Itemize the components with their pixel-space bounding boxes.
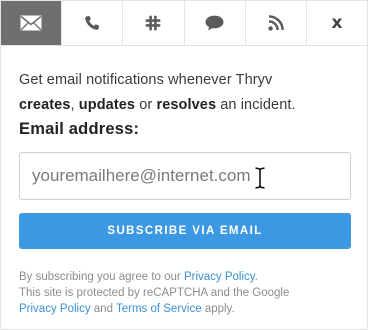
tab-webhook[interactable]	[185, 1, 246, 45]
subscribe-via-email-button[interactable]: SUBSCRIBE VIA EMAIL	[19, 213, 351, 249]
description-or: or	[139, 97, 153, 113]
description-creates: creates	[19, 97, 71, 113]
tab-rss[interactable]	[246, 1, 307, 45]
chat-bubble-icon	[205, 15, 224, 31]
terms-of-service-link[interactable]: Terms of Service	[116, 303, 202, 315]
description-text: Get email notifications whenever Thryv	[19, 72, 273, 88]
legal-apply: apply.	[204, 303, 235, 315]
subscribe-description: Get email notifications whenever Thryv c…	[19, 68, 349, 118]
legal-period: .	[254, 271, 258, 283]
subscribe-popup: x Get email notifications whenever Thryv…	[0, 0, 368, 330]
description-end: an incident.	[220, 97, 296, 113]
legal-text: By subscribing you agree to our	[19, 271, 181, 283]
legal-notice: By subscribing you agree to our Privacy …	[19, 269, 349, 317]
envelope-icon	[20, 15, 42, 31]
close-icon: x	[331, 13, 343, 33]
description-comma: ,	[70, 97, 75, 113]
phone-icon	[84, 15, 100, 31]
close-button[interactable]: x	[307, 1, 367, 45]
description-resolves: resolves	[156, 97, 217, 113]
recaptcha-text: This site is protected by reCAPTCHA and …	[19, 287, 290, 299]
email-subscribe-panel: Get email notifications whenever Thryv c…	[1, 46, 367, 317]
tab-slack[interactable]	[123, 1, 185, 45]
slack-icon	[145, 15, 161, 31]
description-updates: updates	[78, 97, 136, 113]
tab-email[interactable]	[1, 1, 63, 45]
email-field[interactable]	[19, 152, 351, 200]
google-privacy-policy-link[interactable]: Privacy Policy	[19, 303, 91, 315]
privacy-policy-link[interactable]: Privacy Policy	[184, 271, 255, 283]
rss-icon	[268, 15, 284, 31]
tab-sms[interactable]	[62, 1, 124, 45]
email-label: Email address:	[19, 120, 140, 138]
subscribe-tabs: x	[1, 1, 367, 46]
legal-and: and	[93, 303, 113, 315]
